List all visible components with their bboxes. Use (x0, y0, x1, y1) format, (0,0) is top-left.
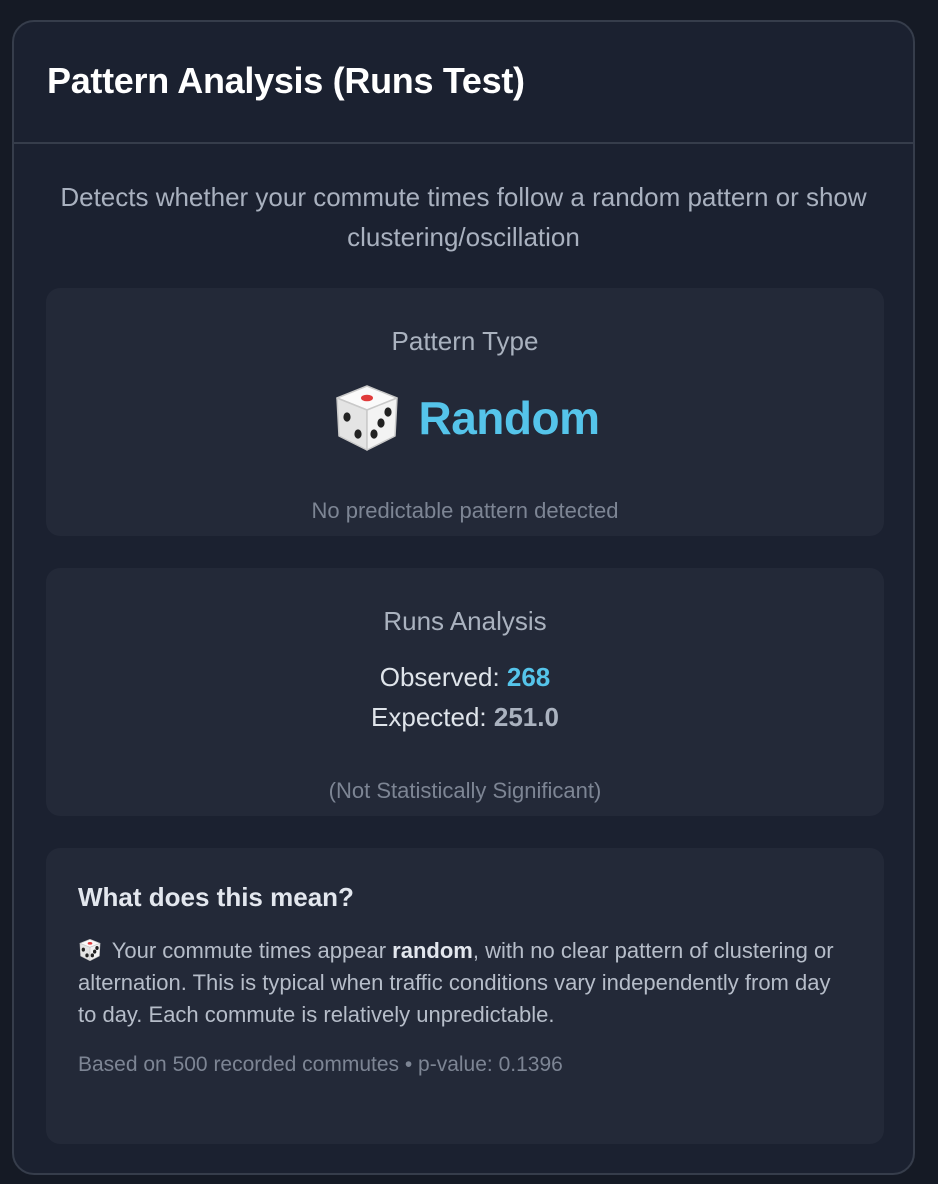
meaning-text-before: Your commute times appear (106, 938, 393, 963)
pattern-type-note: No predictable pattern detected (311, 498, 619, 523)
runs-analysis-panel: Runs Analysis Observed: 268 Expected: 25… (46, 568, 884, 816)
meaning-text: Your commute times appear random, with n… (78, 935, 852, 1031)
card-description: Detects whether your commute times follo… (60, 182, 867, 252)
meaning-meta: Based on 500 recorded commutes • p-value… (78, 1053, 563, 1076)
observed-value: 268 (506, 662, 551, 692)
expected-value: 251.0 (493, 702, 559, 732)
significance-note: (Not Statistically Significant) (328, 778, 602, 803)
meaning-title: What does this mean? (78, 882, 354, 912)
pattern-type-label: Pattern Type (391, 326, 539, 356)
observed-row: Observed: 268 (46, 657, 884, 697)
card-title: Pattern Analysis (Runs Test) (47, 60, 525, 101)
card-header: Pattern Analysis (Runs Test) (14, 22, 913, 144)
expected-label: Expected: (371, 702, 494, 732)
expected-row: Expected: 251.0 (46, 697, 884, 737)
pattern-type-value: Random (418, 392, 601, 444)
dice-icon (331, 382, 403, 454)
meaning-text-bold: random (392, 938, 473, 963)
pattern-type-row: Random (46, 382, 884, 454)
observed-label: Observed: (379, 662, 507, 692)
pattern-analysis-card: Pattern Analysis (Runs Test) Detects whe… (12, 20, 915, 1175)
pattern-type-panel: Pattern Type Random No predictable patte… (46, 288, 884, 536)
runs-analysis-label: Runs Analysis (383, 606, 547, 636)
dice-icon (78, 938, 102, 962)
meaning-panel: What does this mean? Your commute times … (46, 848, 884, 1144)
